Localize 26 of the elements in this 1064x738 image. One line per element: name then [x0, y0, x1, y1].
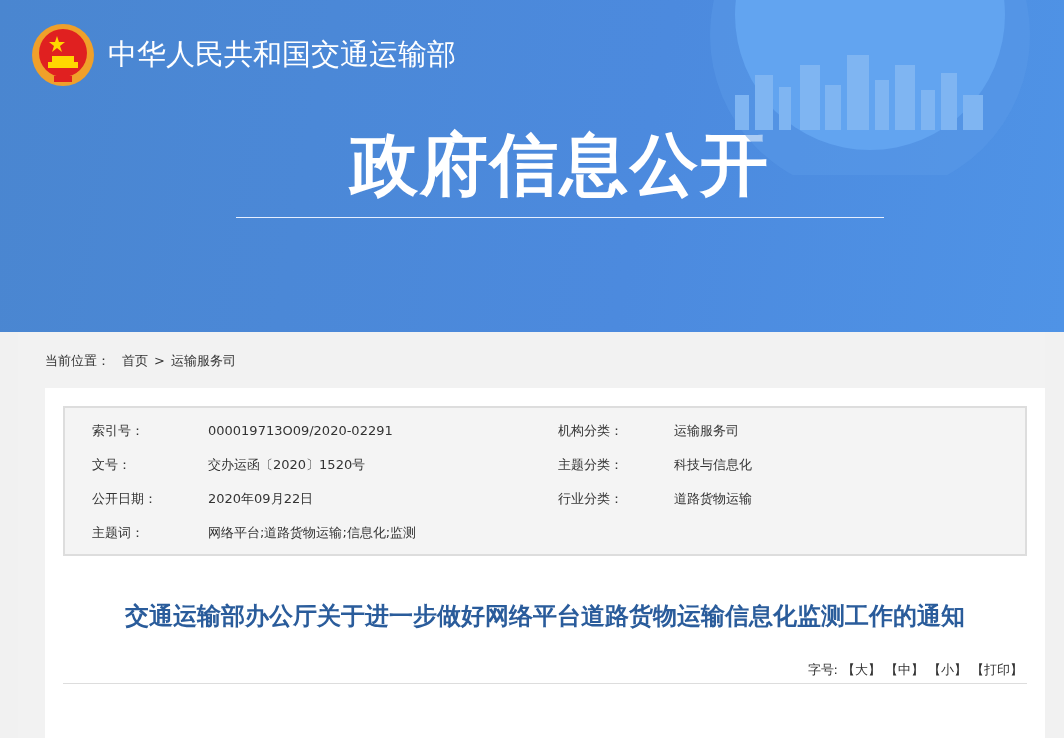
section-title: 政府信息公开 — [350, 128, 770, 203]
field-value: 000019713O09/2020-02291 — [208, 422, 394, 440]
site-name: 中华人民共和国交通运输部 — [108, 36, 456, 73]
field-label: 文号： — [92, 456, 132, 474]
field-value: 2020年09月22日 — [208, 490, 315, 508]
field-value: 网络平台;道路货物运输;信息化;监测 — [208, 524, 418, 542]
field-label: 主题分类： — [558, 456, 624, 474]
font-size-link[interactable]: 【打印】 — [971, 661, 1023, 679]
field-value: 道路货物运输 — [674, 490, 753, 508]
field-label: 主题词： — [92, 524, 145, 542]
font-size-link[interactable]: 【小】 — [928, 661, 967, 679]
field-label: 索引号： — [92, 422, 145, 440]
field-label: 行业分类： — [558, 490, 624, 508]
breadcrumb-separator: > — [154, 353, 165, 368]
font-size-link[interactable]: 【中】 — [885, 661, 924, 679]
breadcrumb-label: 当前位置： — [45, 351, 110, 370]
breadcrumb-link[interactable]: 运输服务司 — [170, 351, 236, 370]
field-value: 交办运函〔2020〕1520号 — [208, 456, 367, 474]
article-title: 交通运输部办公厅关于进一步做好网络平台道路货物运输信息化监测工作的通知 — [124, 601, 966, 632]
field-value: 运输服务司 — [674, 422, 740, 440]
font-size-label: 字号: — [807, 661, 838, 679]
font-size-link[interactable]: 【大】 — [842, 661, 881, 679]
field-label: 公开日期： — [92, 490, 158, 508]
field-label: 机构分类： — [558, 422, 624, 440]
field-value: 科技与信息化 — [674, 456, 753, 474]
breadcrumb-link[interactable]: 首页 — [122, 351, 148, 370]
